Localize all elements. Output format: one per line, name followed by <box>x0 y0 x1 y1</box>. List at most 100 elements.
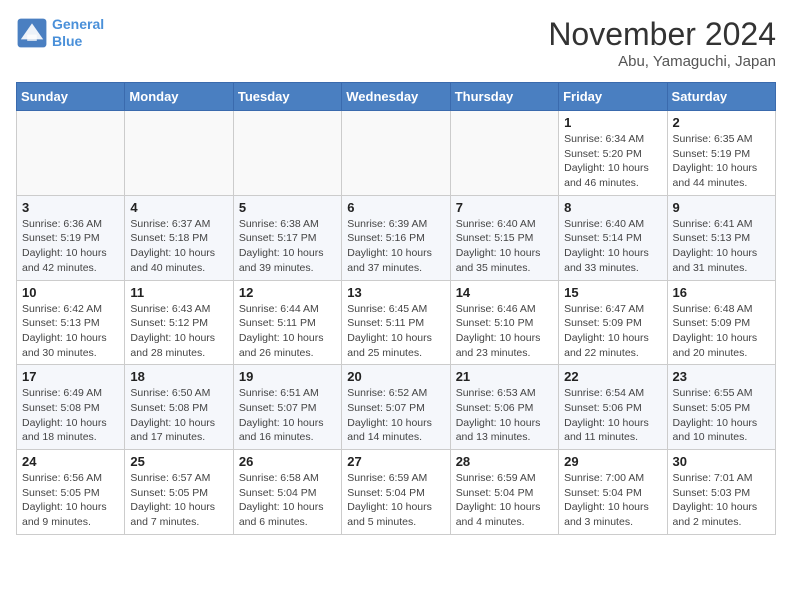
day-number: 8 <box>564 200 661 215</box>
calendar-cell: 5 Sunrise: 6:38 AMSunset: 5:17 PMDaylight… <box>233 195 341 280</box>
day-info: Sunrise: 7:01 AMSunset: 5:03 PMDaylight:… <box>673 471 770 530</box>
page-header: General Blue November 2024 Abu, Yamaguch… <box>16 16 776 70</box>
calendar-cell: 4 Sunrise: 6:37 AMSunset: 5:18 PMDaylight… <box>125 195 233 280</box>
calendar-cell: 27 Sunrise: 6:59 AMSunset: 5:04 PMDayligh… <box>342 450 450 535</box>
weekday-header-friday: Friday <box>559 83 667 111</box>
day-info: Sunrise: 6:59 AMSunset: 5:04 PMDaylight:… <box>456 471 553 530</box>
weekday-header-saturday: Saturday <box>667 83 775 111</box>
calendar-week-3: 10 Sunrise: 6:42 AMSunset: 5:13 PMDayligh… <box>17 280 776 365</box>
weekday-header-sunday: Sunday <box>17 83 125 111</box>
month-title: November 2024 <box>548 16 776 53</box>
logo-line2: Blue <box>52 33 82 49</box>
location: Abu, Yamaguchi, Japan <box>548 53 776 70</box>
calendar-cell <box>233 111 341 196</box>
calendar-cell: 6 Sunrise: 6:39 AMSunset: 5:16 PMDaylight… <box>342 195 450 280</box>
day-info: Sunrise: 6:58 AMSunset: 5:04 PMDaylight:… <box>239 471 336 530</box>
day-info: Sunrise: 6:51 AMSunset: 5:07 PMDaylight:… <box>239 386 336 445</box>
logo-text: General Blue <box>52 16 104 50</box>
day-info: Sunrise: 6:43 AMSunset: 5:12 PMDaylight:… <box>130 302 227 361</box>
day-number: 14 <box>456 285 553 300</box>
day-info: Sunrise: 6:54 AMSunset: 5:06 PMDaylight:… <box>564 386 661 445</box>
day-info: Sunrise: 6:52 AMSunset: 5:07 PMDaylight:… <box>347 386 444 445</box>
day-info: Sunrise: 6:37 AMSunset: 5:18 PMDaylight:… <box>130 217 227 276</box>
calendar-cell: 25 Sunrise: 6:57 AMSunset: 5:05 PMDayligh… <box>125 450 233 535</box>
logo: General Blue <box>16 16 104 50</box>
day-info: Sunrise: 6:53 AMSunset: 5:06 PMDaylight:… <box>456 386 553 445</box>
day-number: 13 <box>347 285 444 300</box>
weekday-header-monday: Monday <box>125 83 233 111</box>
calendar-cell: 17 Sunrise: 6:49 AMSunset: 5:08 PMDayligh… <box>17 365 125 450</box>
day-info: Sunrise: 6:57 AMSunset: 5:05 PMDaylight:… <box>130 471 227 530</box>
day-info: Sunrise: 6:40 AMSunset: 5:14 PMDaylight:… <box>564 217 661 276</box>
calendar-table: SundayMondayTuesdayWednesdayThursdayFrid… <box>16 82 776 535</box>
calendar-cell: 21 Sunrise: 6:53 AMSunset: 5:06 PMDayligh… <box>450 365 558 450</box>
calendar-cell: 24 Sunrise: 6:56 AMSunset: 5:05 PMDayligh… <box>17 450 125 535</box>
day-number: 15 <box>564 285 661 300</box>
calendar-cell: 28 Sunrise: 6:59 AMSunset: 5:04 PMDayligh… <box>450 450 558 535</box>
calendar-cell: 1 Sunrise: 6:34 AMSunset: 5:20 PMDaylight… <box>559 111 667 196</box>
day-number: 21 <box>456 369 553 384</box>
day-number: 3 <box>22 200 119 215</box>
day-info: Sunrise: 6:35 AMSunset: 5:19 PMDaylight:… <box>673 132 770 191</box>
calendar-cell: 10 Sunrise: 6:42 AMSunset: 5:13 PMDayligh… <box>17 280 125 365</box>
day-number: 12 <box>239 285 336 300</box>
logo-icon <box>16 17 48 49</box>
calendar-cell: 26Sunrise: 6:58 AMSunset: 5:04 PMDayligh… <box>233 450 341 535</box>
calendar-cell: 12 Sunrise: 6:44 AMSunset: 5:11 PMDayligh… <box>233 280 341 365</box>
day-number: 29 <box>564 454 661 469</box>
calendar-cell: 14 Sunrise: 6:46 AMSunset: 5:10 PMDayligh… <box>450 280 558 365</box>
day-info: Sunrise: 6:49 AMSunset: 5:08 PMDaylight:… <box>22 386 119 445</box>
day-number: 2 <box>673 115 770 130</box>
day-number: 7 <box>456 200 553 215</box>
day-number: 9 <box>673 200 770 215</box>
day-info: Sunrise: 6:59 AMSunset: 5:04 PMDaylight:… <box>347 471 444 530</box>
day-info: Sunrise: 6:36 AMSunset: 5:19 PMDaylight:… <box>22 217 119 276</box>
calendar-cell: 29Sunrise: 7:00 AMSunset: 5:04 PMDayligh… <box>559 450 667 535</box>
day-info: Sunrise: 6:48 AMSunset: 5:09 PMDaylight:… <box>673 302 770 361</box>
day-number: 30 <box>673 454 770 469</box>
day-number: 28 <box>456 454 553 469</box>
day-info: Sunrise: 6:47 AMSunset: 5:09 PMDaylight:… <box>564 302 661 361</box>
day-number: 17 <box>22 369 119 384</box>
day-number: 5 <box>239 200 336 215</box>
calendar-cell: 15 Sunrise: 6:47 AMSunset: 5:09 PMDayligh… <box>559 280 667 365</box>
calendar-cell: 23 Sunrise: 6:55 AMSunset: 5:05 PMDayligh… <box>667 365 775 450</box>
calendar-cell: 11 Sunrise: 6:43 AMSunset: 5:12 PMDayligh… <box>125 280 233 365</box>
day-info: Sunrise: 6:42 AMSunset: 5:13 PMDaylight:… <box>22 302 119 361</box>
day-info: Sunrise: 6:39 AMSunset: 5:16 PMDaylight:… <box>347 217 444 276</box>
day-number: 27 <box>347 454 444 469</box>
calendar-cell: 22Sunrise: 6:54 AMSunset: 5:06 PMDayligh… <box>559 365 667 450</box>
day-number: 19 <box>239 369 336 384</box>
day-number: 4 <box>130 200 227 215</box>
day-info: Sunrise: 6:55 AMSunset: 5:05 PMDaylight:… <box>673 386 770 445</box>
day-number: 23 <box>673 369 770 384</box>
day-info: Sunrise: 6:56 AMSunset: 5:05 PMDaylight:… <box>22 471 119 530</box>
calendar-cell <box>125 111 233 196</box>
day-number: 1 <box>564 115 661 130</box>
day-number: 6 <box>347 200 444 215</box>
day-number: 11 <box>130 285 227 300</box>
day-number: 16 <box>673 285 770 300</box>
calendar-cell: 3 Sunrise: 6:36 AMSunset: 5:19 PMDaylight… <box>17 195 125 280</box>
day-info: Sunrise: 6:44 AMSunset: 5:11 PMDaylight:… <box>239 302 336 361</box>
day-number: 10 <box>22 285 119 300</box>
calendar-cell: 20 Sunrise: 6:52 AMSunset: 5:07 PMDayligh… <box>342 365 450 450</box>
day-info: Sunrise: 6:38 AMSunset: 5:17 PMDaylight:… <box>239 217 336 276</box>
day-info: Sunrise: 6:34 AMSunset: 5:20 PMDaylight:… <box>564 132 661 191</box>
day-info: Sunrise: 6:46 AMSunset: 5:10 PMDaylight:… <box>456 302 553 361</box>
calendar-week-4: 17 Sunrise: 6:49 AMSunset: 5:08 PMDayligh… <box>17 365 776 450</box>
calendar-cell: 7 Sunrise: 6:40 AMSunset: 5:15 PMDaylight… <box>450 195 558 280</box>
calendar-cell: 13 Sunrise: 6:45 AMSunset: 5:11 PMDayligh… <box>342 280 450 365</box>
day-number: 20 <box>347 369 444 384</box>
calendar-cell: 18Sunrise: 6:50 AMSunset: 5:08 PMDayligh… <box>125 365 233 450</box>
day-info: Sunrise: 6:45 AMSunset: 5:11 PMDaylight:… <box>347 302 444 361</box>
logo-line1: General <box>52 16 104 32</box>
calendar-week-5: 24 Sunrise: 6:56 AMSunset: 5:05 PMDayligh… <box>17 450 776 535</box>
day-number: 24 <box>22 454 119 469</box>
calendar-cell <box>342 111 450 196</box>
day-number: 25 <box>130 454 227 469</box>
day-info: Sunrise: 6:41 AMSunset: 5:13 PMDaylight:… <box>673 217 770 276</box>
day-info: Sunrise: 6:40 AMSunset: 5:15 PMDaylight:… <box>456 217 553 276</box>
calendar-header-row: SundayMondayTuesdayWednesdayThursdayFrid… <box>17 83 776 111</box>
calendar-cell: 16 Sunrise: 6:48 AMSunset: 5:09 PMDayligh… <box>667 280 775 365</box>
